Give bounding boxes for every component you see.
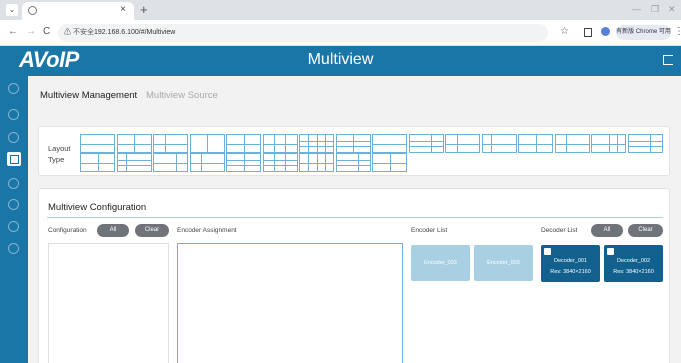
side-panel-icon[interactable] [584,28,592,37]
minimize-icon[interactable]: — [632,4,641,14]
browser-tab-strip: ⌄ × + — ❐ ✕ [0,0,681,20]
reload-icon[interactable]: C [43,26,50,37]
browser-menu-icon[interactable]: ⋮ [674,26,681,37]
configuration-list-panel[interactable] [48,243,169,363]
layout-type-option[interactable] [153,153,188,172]
update-chrome-button[interactable]: 有新版 Chrome 可用 [616,25,671,40]
decoder-card[interactable]: Decoder_001 Res: 3840×2160 [541,245,600,282]
configuration-clear-button[interactable]: Clear [135,224,169,237]
configuration-label: Configuration [48,227,87,234]
encoder-assignment-panel[interactable] [177,243,403,363]
decoder-clear-button[interactable]: Clear [628,224,663,237]
new-tab-icon[interactable]: + [140,2,148,17]
sidebar-dashboard-icon[interactable] [8,83,19,94]
tab-multiview-management[interactable]: Multiview Management [40,90,137,101]
layout-type-option[interactable] [80,134,115,153]
decoder-list-label: Decoder List [541,227,578,234]
logout-icon[interactable] [663,55,673,65]
url-input[interactable]: ⚠ 不安全 192.168.6.100/#/Multiview [58,24,548,42]
layout-type-option[interactable] [372,134,407,153]
decoder-card-resolution: Res: 3840×2160 [613,269,654,275]
layout-type-option[interactable] [153,134,188,153]
tab-search-icon[interactable]: ⌄ [6,4,18,16]
layout-type-option[interactable] [518,134,553,153]
layout-type-option[interactable] [226,134,261,153]
sidebar-list-icon[interactable] [8,199,19,210]
decoder-all-button[interactable]: All [591,224,623,237]
layout-type-option[interactable] [408,134,444,153]
url-text: 192.168.6.100/#/Multiview [94,29,176,36]
layout-type-label: Layout Type [48,144,71,164]
encoder-list-label: Encoder List [411,227,448,234]
favicon-icon [28,6,37,15]
layout-type-option[interactable] [335,134,371,153]
layout-type-card: Layout Type [38,126,670,176]
layout-type-option[interactable] [627,134,663,153]
sidebar-gear-icon[interactable] [8,221,19,232]
profile-avatar-icon[interactable] [601,27,610,36]
decoder-card-name: Decoder_002 [616,258,651,264]
sidebar-view-icon[interactable] [8,132,19,143]
layout-type-option[interactable] [372,153,407,172]
encoder-card[interactable]: Encoder_003 [411,245,470,281]
layout-type-option[interactable] [116,134,152,153]
page-title: Multiview [307,51,374,68]
sidebar-multiview-icon[interactable] [7,152,21,166]
decoder-checkbox[interactable] [544,248,551,255]
layout-type-option[interactable] [299,153,334,172]
browser-tab[interactable]: × [22,2,134,20]
sidebar-settings-icon[interactable] [8,109,19,120]
layout-type-option[interactable] [591,134,626,153]
sidebar-users-icon[interactable] [8,178,19,189]
layout-type-option[interactable] [80,153,115,172]
configuration-title: Multiview Configuration [48,202,147,213]
decoder-card-resolution: Res: 3840×2160 [550,269,591,275]
sidebar-link-icon[interactable] [8,243,19,254]
bookmark-star-icon[interactable]: ☆ [560,26,569,37]
maximize-icon[interactable]: ❐ [651,4,659,15]
forward-icon[interactable]: → [26,26,36,37]
encoder-card-name: Encoder_003 [487,260,520,266]
decoder-card-name: Decoder_001 [553,258,588,264]
layout-type-option[interactable] [189,153,225,172]
configuration-all-button[interactable]: All [97,224,129,237]
layout-type-option[interactable] [554,134,590,153]
tab-close-icon[interactable]: × [120,4,126,15]
layout-type-option[interactable] [335,153,371,172]
layout-type-option[interactable] [226,153,261,172]
layout-type-option[interactable] [189,134,225,153]
encoder-card-name: Encoder_003 [424,260,457,266]
decoder-checkbox[interactable] [607,248,614,255]
encoder-assignment-label: Encoder Assignment [177,227,237,234]
layout-type-option[interactable] [262,153,298,172]
layout-type-option[interactable] [262,134,298,153]
multiview-configuration-card: Multiview Configuration Configuration Al… [38,188,670,363]
app-header: AVoIP Multiview [0,46,681,76]
security-warning[interactable]: ⚠ 不安全 [64,24,94,42]
close-window-icon[interactable]: ✕ [668,4,676,15]
layout-type-option[interactable] [299,134,334,153]
main-content: Multiview Management Multiview Source La… [28,76,681,363]
layout-type-option[interactable] [481,134,517,153]
decoder-card[interactable]: Decoder_002 Res: 3840×2160 [604,245,663,282]
encoder-card[interactable]: Encoder_003 [474,245,533,281]
address-bar: ← → C ⚠ 不安全 192.168.6.100/#/Multiview ☆ … [0,20,681,46]
divider [47,217,663,218]
layout-type-option[interactable] [445,134,480,153]
tab-multiview-source[interactable]: Multiview Source [146,90,218,101]
layout-type-option[interactable] [116,153,152,172]
back-icon[interactable]: ← [8,26,18,37]
sidebar [0,76,28,363]
